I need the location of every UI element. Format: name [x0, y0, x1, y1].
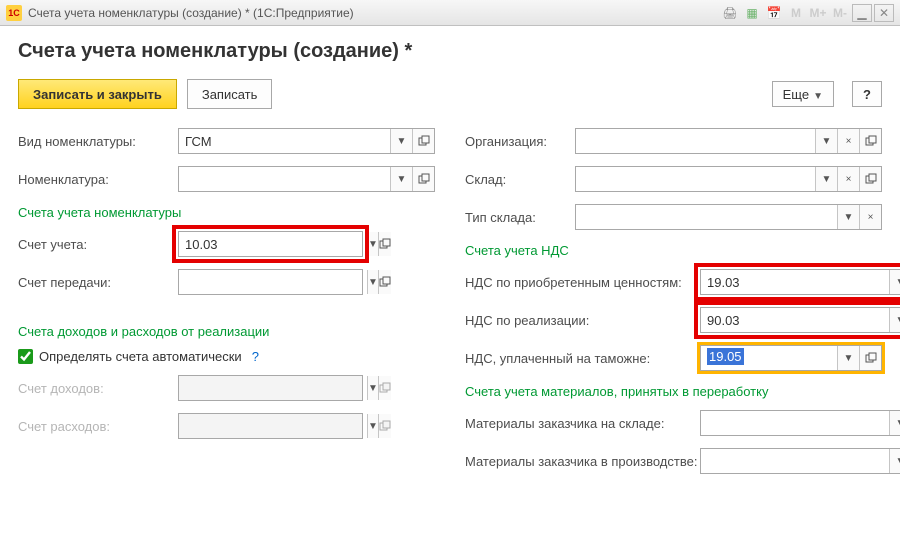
tip-sklada-field[interactable]: [576, 205, 837, 229]
nds-real-input[interactable]: ▼: [700, 307, 900, 333]
print-icon[interactable]: 🖨: [720, 4, 740, 22]
schet-rashodov-input: ▼: [178, 413, 363, 439]
nomenklatura-field[interactable]: [179, 167, 390, 191]
close-button[interactable]: ✕: [874, 4, 894, 22]
nds-priobr-label: НДС по приобретенным ценностям:: [465, 275, 700, 290]
dropdown-icon: ▼: [367, 376, 378, 400]
minimize-button[interactable]: ▁: [852, 4, 872, 22]
help-link-icon[interactable]: ?: [252, 349, 259, 364]
org-field[interactable]: [576, 129, 815, 153]
open-dialog-icon[interactable]: [859, 129, 881, 153]
schet-ucheta-input[interactable]: ▼: [178, 231, 363, 257]
left-column: Вид номенклатуры: ▼ Номенклатура: ▼: [18, 127, 435, 485]
mat-proizv-field[interactable]: [701, 449, 889, 473]
dropdown-icon: ▼: [367, 414, 378, 438]
dropdown-icon[interactable]: ▼: [390, 129, 412, 153]
dropdown-icon[interactable]: ▼: [367, 232, 378, 256]
open-dialog-icon[interactable]: [859, 346, 881, 370]
clear-icon[interactable]: ×: [859, 205, 881, 229]
vid-nomenklatury-input[interactable]: ▼: [178, 128, 435, 154]
clear-icon[interactable]: ×: [837, 167, 859, 191]
mat-sklad-input[interactable]: ▼: [700, 410, 900, 436]
section-materials-title: Счета учета материалов, принятых в перер…: [465, 384, 882, 399]
mat-proizv-input[interactable]: ▼: [700, 448, 900, 474]
vid-nomenklatury-label: Вид номенклатуры:: [18, 134, 178, 149]
open-dialog-icon[interactable]: [412, 167, 434, 191]
schet-peredachi-input[interactable]: ▼: [178, 269, 363, 295]
nomenklatura-input[interactable]: ▼: [178, 166, 435, 192]
open-dialog-icon: [378, 414, 391, 438]
memory-mminus-icon[interactable]: M-: [830, 4, 850, 22]
nds-priobr-field[interactable]: [701, 270, 889, 294]
window-title: Счета учета номенклатуры (создание) * (1…: [28, 6, 354, 20]
dropdown-icon[interactable]: ▼: [889, 270, 900, 294]
dropdown-icon[interactable]: ▼: [367, 270, 378, 294]
clear-icon[interactable]: ×: [837, 129, 859, 153]
schet-rashodov-field: [179, 414, 367, 438]
calc-icon[interactable]: ▦: [742, 4, 762, 22]
open-dialog-icon[interactable]: [378, 270, 391, 294]
calendar-icon[interactable]: 📅: [764, 4, 784, 22]
schet-dohodov-field: [179, 376, 367, 400]
auto-accounts-checkbox[interactable]: [18, 349, 33, 364]
page-title: Счета учета номенклатуры (создание) *: [18, 40, 882, 63]
schet-dohodov-label: Счет доходов:: [18, 381, 178, 396]
save-and-close-button[interactable]: Записать и закрыть: [18, 79, 177, 109]
section-nds-title: Счета учета НДС: [465, 243, 882, 258]
tip-sklada-label: Тип склада:: [465, 210, 575, 225]
dropdown-icon[interactable]: ▼: [815, 167, 837, 191]
vid-nomenklatury-field[interactable]: [179, 129, 390, 153]
mat-sklad-field[interactable]: [701, 411, 889, 435]
dropdown-icon[interactable]: ▼: [390, 167, 412, 191]
open-dialog-icon[interactable]: [859, 167, 881, 191]
nds-real-field[interactable]: [701, 308, 889, 332]
org-input[interactable]: ▼ ×: [575, 128, 882, 154]
schet-peredachi-label: Счет передачи:: [18, 275, 178, 290]
nds-priobr-input[interactable]: ▼: [700, 269, 900, 295]
chevron-down-icon: ▼: [813, 91, 823, 102]
dropdown-icon[interactable]: ▼: [815, 129, 837, 153]
toolbar: Записать и закрыть Записать Еще▼ ?: [18, 79, 882, 109]
nds-tamozh-label: НДС, уплаченный на таможне:: [465, 351, 700, 366]
nds-tamozh-field-selected[interactable]: 19.05: [701, 346, 837, 370]
schet-ucheta-field[interactable]: [179, 232, 367, 256]
open-dialog-icon[interactable]: [378, 232, 391, 256]
org-label: Организация:: [465, 134, 575, 149]
save-button[interactable]: Записать: [187, 79, 273, 109]
dropdown-icon[interactable]: ▼: [889, 308, 900, 332]
memory-m-icon[interactable]: M: [786, 4, 806, 22]
open-dialog-icon: [378, 376, 391, 400]
mat-sklad-label: Материалы заказчика на складе:: [465, 416, 700, 431]
section-income-title: Счета доходов и расходов от реализации: [18, 324, 435, 339]
nds-real-label: НДС по реализации:: [465, 313, 700, 328]
memory-mplus-icon[interactable]: M+: [808, 4, 828, 22]
right-column: Организация: ▼ × Склад: ▼ ×: [465, 127, 882, 485]
section-accounts-title: Счета учета номенклатуры: [18, 205, 435, 220]
dropdown-icon[interactable]: ▼: [889, 449, 900, 473]
sklad-field[interactable]: [576, 167, 815, 191]
nomenklatura-label: Номенклатура:: [18, 172, 178, 187]
help-button[interactable]: ?: [852, 81, 882, 107]
sklad-label: Склад:: [465, 172, 575, 187]
nds-tamozh-input[interactable]: 19.05 ▼: [700, 345, 882, 371]
tip-sklada-input[interactable]: ▼ ×: [575, 204, 882, 230]
schet-dohodov-input: ▼: [178, 375, 363, 401]
dropdown-icon[interactable]: ▼: [889, 411, 900, 435]
auto-accounts-label: Определять счета автоматически: [39, 349, 242, 364]
app-icon: 1C: [6, 5, 22, 21]
mat-proizv-label: Материалы заказчика в производстве:: [465, 454, 700, 469]
dropdown-icon[interactable]: ▼: [837, 346, 859, 370]
schet-peredachi-field[interactable]: [179, 270, 367, 294]
schet-rashodov-label: Счет расходов:: [18, 419, 178, 434]
window-titlebar: 1C Счета учета номенклатуры (создание) *…: [0, 0, 900, 26]
open-dialog-icon[interactable]: [412, 129, 434, 153]
sklad-input[interactable]: ▼ ×: [575, 166, 882, 192]
schet-ucheta-label: Счет учета:: [18, 237, 178, 252]
dropdown-icon[interactable]: ▼: [837, 205, 859, 229]
more-button[interactable]: Еще▼: [772, 81, 834, 107]
